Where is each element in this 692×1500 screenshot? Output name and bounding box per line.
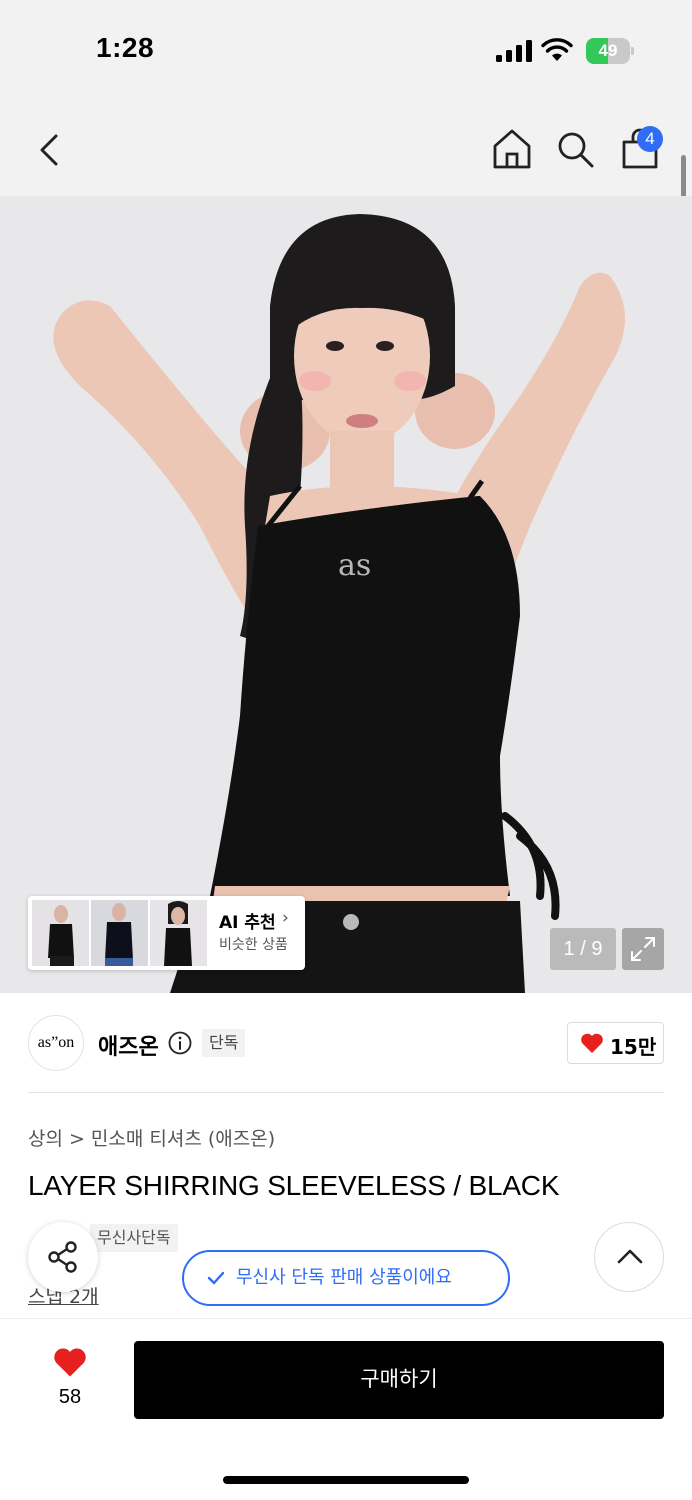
wishlist-count: 58 — [58, 1386, 82, 1408]
ai-recommend-card[interactable]: AI 추천 › 비슷한 상품 — [28, 896, 305, 970]
check-icon — [207, 1271, 225, 1285]
cellular-signal-icon — [496, 40, 532, 62]
recommend-thumbnail[interactable] — [32, 900, 89, 966]
heart-icon — [581, 1033, 603, 1053]
toast-text: 무신사 단독 판매 상품이에요 — [236, 1267, 452, 1288]
battery-level: 49 — [598, 41, 618, 60]
share-button[interactable] — [28, 1222, 98, 1292]
breadcrumb-separator: > — [68, 1128, 85, 1150]
status-time: 1:28 — [96, 32, 155, 63]
product-photo — [0, 196, 692, 993]
battery-icon: 49 — [586, 38, 634, 64]
buy-button[interactable]: 구매하기 — [134, 1341, 664, 1419]
chevron-up-icon — [617, 1249, 643, 1264]
home-indicator — [223, 1476, 469, 1484]
image-counter: 1 / 9 — [550, 928, 616, 970]
recommend-thumbnail[interactable] — [91, 900, 148, 966]
heart-icon — [54, 1348, 86, 1377]
product-image-gallery[interactable]: as — [0, 196, 692, 993]
recommend-thumbnail[interactable] — [150, 900, 207, 966]
brand-name[interactable]: 애즈온 — [98, 1029, 159, 1061]
scroll-to-top-button[interactable] — [594, 1222, 664, 1292]
brand-like-button[interactable]: 15만 — [567, 1022, 664, 1064]
back-arrow-icon[interactable] — [34, 130, 64, 170]
breadcrumb: 상의 > 민소매 티셔츠 (애즈온) — [28, 1124, 281, 1151]
home-icon[interactable] — [492, 128, 532, 170]
share-icon — [48, 1241, 77, 1273]
top-nav-bar — [0, 100, 692, 196]
product-title: LAYER SHIRRING SLEEVELESS / BLACK — [28, 1170, 560, 1201]
shirt-print-text: as — [338, 548, 372, 583]
product-tag: 무신사단독 — [90, 1224, 178, 1252]
breadcrumb-category[interactable]: 상의 — [28, 1128, 63, 1150]
wishlist-button[interactable]: 58 — [40, 1342, 100, 1412]
ai-recommend-subtitle: 비슷한 상품 — [219, 937, 288, 953]
brand-logo[interactable]: as”on — [28, 1015, 84, 1071]
divider — [28, 1092, 664, 1093]
exclusive-badge: 단독 — [202, 1029, 246, 1057]
info-icon[interactable] — [168, 1031, 192, 1055]
wifi-icon — [541, 38, 573, 61]
search-icon[interactable] — [556, 130, 596, 170]
exclusive-toast: 무신사 단독 판매 상품이에요 — [182, 1250, 510, 1306]
brand-like-count: 15만 — [610, 1035, 657, 1059]
cart-count-badge: 4 — [637, 126, 663, 152]
breadcrumb-subcategory[interactable]: 민소매 티셔츠 (애즈온) — [91, 1128, 275, 1150]
status-bar: 1:28 49 — [0, 0, 692, 100]
ai-recommend-title: AI 추천 — [219, 913, 276, 933]
expand-icon[interactable] — [622, 928, 664, 970]
chevron-right-icon: › — [282, 908, 289, 928]
